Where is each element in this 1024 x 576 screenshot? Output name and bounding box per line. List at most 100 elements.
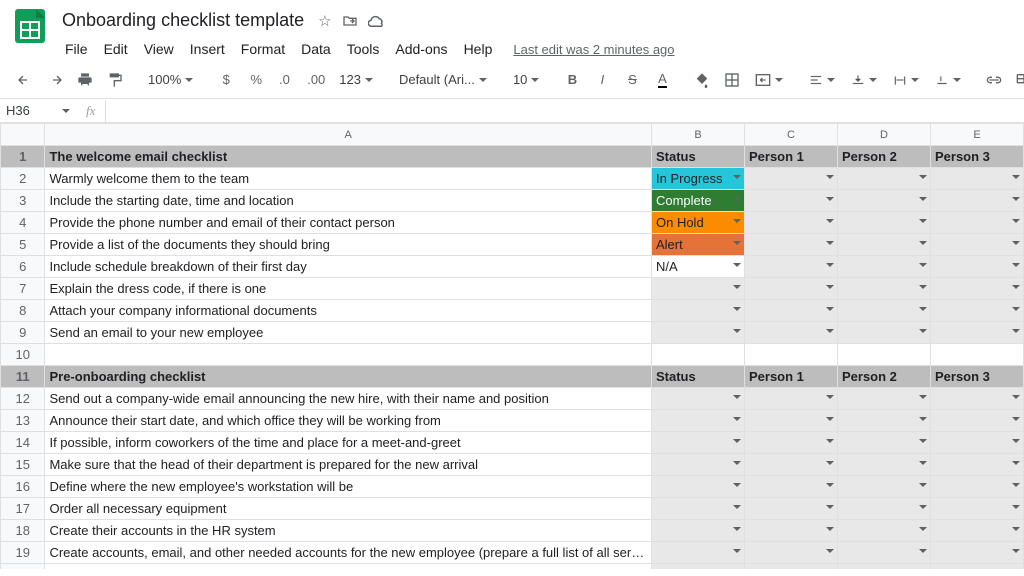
more-formats-dropdown[interactable]: 123 <box>333 67 379 93</box>
cell[interactable] <box>744 300 837 322</box>
cell[interactable] <box>930 454 1023 476</box>
row-header[interactable]: 13 <box>1 410 45 432</box>
cell[interactable]: Order all necessary equipment <box>45 498 652 520</box>
cell[interactable]: Define where the new employee's workstat… <box>45 476 652 498</box>
row-header[interactable]: 6 <box>1 256 45 278</box>
cell[interactable]: Order security cards and keys <box>45 564 652 570</box>
cell[interactable] <box>45 344 652 366</box>
cell[interactable]: Status <box>651 366 744 388</box>
cell[interactable]: Complete <box>651 190 744 212</box>
cell[interactable]: Alert <box>651 234 744 256</box>
cell[interactable] <box>837 234 930 256</box>
cell[interactable] <box>930 190 1023 212</box>
cell[interactable] <box>744 256 837 278</box>
cell[interactable] <box>651 344 744 366</box>
cell[interactable]: Provide the phone number and email of th… <box>45 212 652 234</box>
cell[interactable] <box>837 322 930 344</box>
cell[interactable]: Status <box>651 146 744 168</box>
italic-icon[interactable]: I <box>589 67 615 93</box>
font-dropdown[interactable]: Default (Ari... <box>393 67 493 93</box>
cell[interactable] <box>837 564 930 570</box>
row-header[interactable]: 14 <box>1 432 45 454</box>
cell[interactable]: Include the starting date, time and loca… <box>45 190 652 212</box>
cell[interactable]: Create accounts, email, and other needed… <box>45 542 652 564</box>
row-header[interactable]: 3 <box>1 190 45 212</box>
cell[interactable]: Person 2 <box>837 146 930 168</box>
text-rotation-dropdown[interactable] <box>929 67 967 93</box>
row-header[interactable]: 4 <box>1 212 45 234</box>
cell[interactable] <box>837 520 930 542</box>
menu-data[interactable]: Data <box>294 37 338 61</box>
cell[interactable]: Provide a list of the documents they sho… <box>45 234 652 256</box>
format-percent-icon[interactable]: % <box>243 67 269 93</box>
cell[interactable] <box>930 542 1023 564</box>
cell[interactable] <box>651 410 744 432</box>
cell[interactable] <box>837 454 930 476</box>
cell[interactable] <box>651 300 744 322</box>
spreadsheet-grid[interactable]: ABCDE 1The welcome email checklistStatus… <box>0 123 1024 569</box>
increase-decimal-icon[interactable]: .00 <box>303 67 329 93</box>
text-color-icon[interactable]: A <box>649 67 675 93</box>
row-header[interactable]: 9 <box>1 322 45 344</box>
row-header[interactable]: 15 <box>1 454 45 476</box>
text-wrap-dropdown[interactable] <box>887 67 925 93</box>
row-header[interactable]: 11 <box>1 366 45 388</box>
cell[interactable] <box>837 168 930 190</box>
column-header[interactable]: D <box>837 124 930 146</box>
menu-tools[interactable]: Tools <box>340 37 387 61</box>
font-size-dropdown[interactable]: 10 <box>507 67 545 93</box>
redo-icon[interactable] <box>42 67 68 93</box>
cell[interactable] <box>930 520 1023 542</box>
column-header[interactable]: B <box>651 124 744 146</box>
cell[interactable] <box>837 476 930 498</box>
menu-view[interactable]: View <box>137 37 181 61</box>
cell[interactable]: Create their accounts in the HR system <box>45 520 652 542</box>
row-header[interactable]: 5 <box>1 234 45 256</box>
cell[interactable] <box>930 168 1023 190</box>
cell[interactable] <box>930 212 1023 234</box>
cell[interactable] <box>837 190 930 212</box>
cell[interactable] <box>930 410 1023 432</box>
row-header[interactable]: 1 <box>1 146 45 168</box>
cell[interactable]: The welcome email checklist <box>45 146 652 168</box>
cell[interactable]: Warmly welcome them to the team <box>45 168 652 190</box>
name-box[interactable]: H36 <box>0 103 76 118</box>
cell[interactable] <box>744 234 837 256</box>
cell[interactable] <box>930 234 1023 256</box>
cell[interactable] <box>744 498 837 520</box>
column-header[interactable]: E <box>930 124 1023 146</box>
cell[interactable] <box>651 520 744 542</box>
cell[interactable]: If possible, inform coworkers of the tim… <box>45 432 652 454</box>
cell[interactable] <box>651 388 744 410</box>
cell[interactable] <box>837 212 930 234</box>
menu-addons[interactable]: Add-ons <box>388 37 454 61</box>
row-header[interactable]: 12 <box>1 388 45 410</box>
row-header[interactable]: 17 <box>1 498 45 520</box>
cell[interactable] <box>651 278 744 300</box>
row-header[interactable]: 10 <box>1 344 45 366</box>
cell[interactable] <box>744 520 837 542</box>
select-all-corner[interactable] <box>1 124 45 146</box>
row-header[interactable]: 20 <box>1 564 45 570</box>
cell[interactable] <box>744 168 837 190</box>
cell[interactable]: Send out a company-wide email announcing… <box>45 388 652 410</box>
column-header[interactable]: C <box>744 124 837 146</box>
fill-color-icon[interactable] <box>689 67 715 93</box>
menu-help[interactable]: Help <box>457 37 500 61</box>
decrease-decimal-icon[interactable]: .0 <box>273 67 299 93</box>
row-header[interactable]: 18 <box>1 520 45 542</box>
row-header[interactable]: 8 <box>1 300 45 322</box>
borders-icon[interactable] <box>719 67 745 93</box>
bold-icon[interactable]: B <box>559 67 585 93</box>
cell[interactable] <box>744 432 837 454</box>
cell[interactable] <box>837 432 930 454</box>
cell[interactable] <box>930 278 1023 300</box>
doc-title[interactable]: Onboarding checklist template <box>58 8 308 33</box>
last-edit-link[interactable]: Last edit was 2 minutes ago <box>513 42 674 57</box>
cell[interactable] <box>651 564 744 570</box>
row-header[interactable]: 7 <box>1 278 45 300</box>
cell[interactable] <box>744 344 837 366</box>
cell[interactable] <box>930 388 1023 410</box>
cell[interactable] <box>930 432 1023 454</box>
menu-format[interactable]: Format <box>234 37 292 61</box>
